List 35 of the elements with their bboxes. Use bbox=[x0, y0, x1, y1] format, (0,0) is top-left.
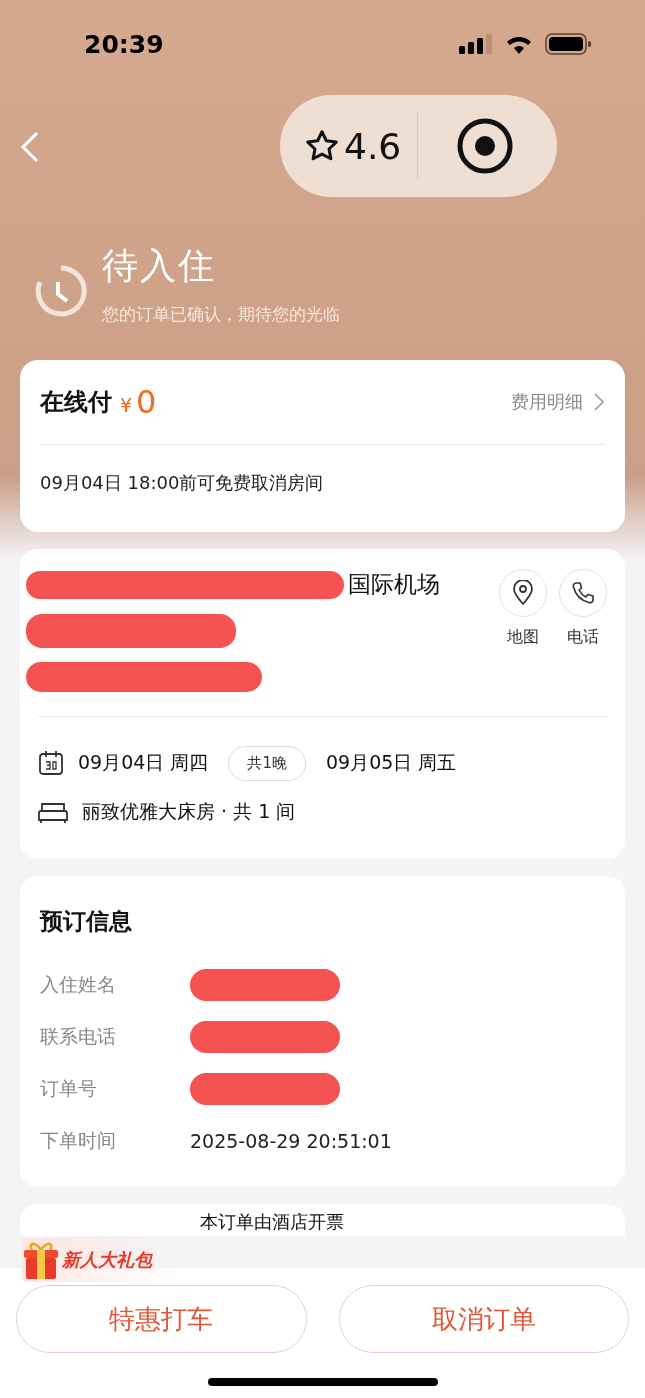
field-value: 2025-08-29 20:51:01 bbox=[190, 1130, 392, 1152]
status-time: 20:39 bbox=[84, 29, 164, 59]
clock-icon bbox=[34, 264, 88, 318]
check-out-date: 09月05日 周五 bbox=[325, 750, 457, 775]
field-label: 联系电话 bbox=[40, 1024, 117, 1049]
field-label: 订单号 bbox=[40, 1076, 98, 1101]
currency-symbol: ¥ bbox=[120, 394, 133, 416]
rating-value: 4.6 bbox=[344, 125, 402, 167]
fee-details-link[interactable]: 费用明细 bbox=[511, 390, 583, 414]
action-label: 地图 bbox=[507, 627, 539, 648]
hotel-name: 国际机场 bbox=[348, 570, 440, 599]
room-type: 丽致优雅大床房 · 共 1 间 bbox=[82, 799, 296, 824]
booking-info-title: 预订信息 bbox=[40, 907, 133, 936]
signal-icon bbox=[459, 34, 493, 54]
payment-label: 在线付 bbox=[40, 387, 112, 418]
location-pin-icon bbox=[511, 580, 535, 606]
chevron-right-icon[interactable] bbox=[593, 392, 605, 412]
wifi-icon bbox=[505, 34, 533, 54]
field-label: 入住姓名 bbox=[40, 972, 117, 997]
bed-icon bbox=[38, 801, 68, 823]
field-label: 下单时间 bbox=[40, 1128, 117, 1153]
battery-icon bbox=[545, 33, 591, 55]
free-cancellation-note: 09月04日 18:00前可免费取消房间 bbox=[40, 471, 325, 495]
calendar-icon bbox=[38, 750, 64, 776]
order-status-subtitle: 您的订单已确认，期待您的光临 bbox=[102, 303, 340, 326]
cancel-order-button[interactable]: 取消订单 bbox=[338, 1285, 629, 1353]
order-status-title: 待入住 bbox=[102, 244, 217, 288]
ride-hailing-button[interactable]: 特惠打车 bbox=[16, 1285, 307, 1353]
action-label: 电话 bbox=[567, 627, 599, 648]
target-icon[interactable] bbox=[456, 117, 515, 175]
invoice-note: 本订单由酒店开票 bbox=[200, 1210, 345, 1234]
payment-amount: 0 bbox=[136, 383, 157, 421]
check-in-date: 09月04日 周四 bbox=[78, 750, 209, 775]
gift-icon bbox=[22, 1240, 60, 1280]
phone-icon bbox=[571, 581, 595, 605]
